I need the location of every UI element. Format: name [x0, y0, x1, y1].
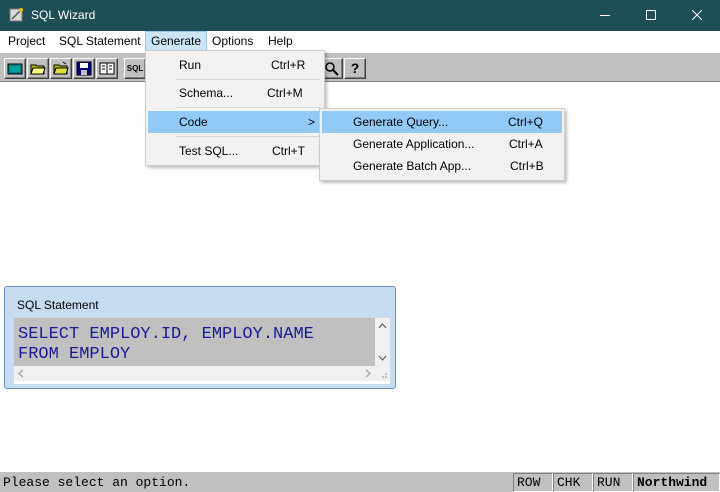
minimize-icon [600, 15, 610, 16]
open-folder-yellow-icon [53, 61, 69, 75]
code-submenu: Generate Query... Ctrl+Q Generate Applic… [319, 108, 565, 181]
panel-title: SQL Statement [17, 298, 99, 312]
menu-item-test-sql[interactable]: Test SQL... Ctrl+T [148, 140, 322, 162]
menu-separator [176, 136, 320, 137]
menu-item-run[interactable]: Run Ctrl+R [148, 54, 322, 76]
menu-item-label: Generate Batch App... [353, 159, 472, 173]
maximize-button[interactable] [628, 0, 674, 31]
generate-menu: Run Ctrl+R Schema... Ctrl+M Code > Test … [145, 50, 325, 166]
shortcut-label: Ctrl+M [267, 86, 303, 100]
menu-item-label: Code [179, 115, 208, 129]
vertical-scrollbar[interactable] [375, 318, 390, 366]
sql-text[interactable]: SELECT EMPLOY.ID, EMPLOY.NAME FROM EMPLOY [14, 318, 375, 366]
horizontal-scrollbar[interactable] [14, 366, 375, 381]
menu-item-generate-application[interactable]: Generate Application... Ctrl+A [322, 133, 562, 155]
resize-grip-icon[interactable] [375, 366, 390, 381]
new-project-button[interactable] [4, 58, 26, 79]
shortcut-label: Ctrl+R [271, 58, 306, 72]
book-icon [99, 62, 115, 75]
status-indicator-chk: CHK [553, 473, 593, 492]
menu-separator [176, 107, 320, 108]
menu-help[interactable]: Help [263, 31, 298, 51]
sql-wizard-app-icon [9, 7, 25, 23]
shortcut-label: Ctrl+T [272, 144, 305, 158]
menu-item-generate-batch-app[interactable]: Generate Batch App... Ctrl+B [322, 155, 562, 177]
close-button[interactable] [674, 0, 720, 31]
window-title: SQL Wizard [31, 8, 96, 22]
book-button[interactable] [96, 58, 118, 79]
menu-item-code[interactable]: Code > [148, 111, 322, 133]
menu-item-label: Schema... [179, 86, 234, 100]
open-button[interactable] [27, 58, 49, 79]
help-button[interactable]: ? [344, 58, 366, 79]
menu-separator [176, 79, 320, 80]
shortcut-label: Ctrl+B [510, 159, 544, 173]
sql-line-2: FROM EMPLOY [18, 345, 131, 364]
menu-options[interactable]: Options [207, 31, 258, 51]
sql-button[interactable]: SQL [124, 58, 146, 79]
help-question-icon: ? [350, 60, 360, 76]
maximize-icon [646, 10, 656, 20]
magnify-icon [325, 62, 339, 76]
sql-editor[interactable]: SELECT EMPLOY.ID, EMPLOY.NAME FROM EMPLOY [14, 318, 390, 384]
submenu-arrow-icon: > [308, 115, 316, 129]
scroll-down-icon [378, 355, 387, 361]
scroll-right-icon [365, 369, 371, 378]
status-indicator-row: ROW [513, 473, 553, 492]
menu-item-label: Generate Query... [353, 115, 449, 129]
new-project-icon [7, 63, 23, 75]
minimize-button[interactable] [582, 0, 628, 31]
menu-bar: Project SQL Statement Generate Options H… [0, 31, 720, 51]
menu-sql-statement[interactable]: SQL Statement [54, 31, 146, 51]
open-existing-button[interactable] [50, 58, 72, 79]
scroll-left-icon [18, 369, 24, 378]
status-indicator-run: RUN [593, 473, 633, 492]
sql-icon: SQL [126, 64, 144, 73]
shortcut-label: Ctrl+Q [508, 115, 544, 129]
menu-item-label: Generate Application... [353, 137, 475, 151]
sql-statement-panel: SQL Statement SELECT EMPLOY.ID, EMPLOY.N… [4, 286, 396, 389]
menu-project[interactable]: Project [3, 31, 50, 51]
save-disk-icon [76, 61, 92, 76]
close-icon [692, 10, 702, 20]
title-bar[interactable]: SQL Wizard [0, 0, 720, 31]
menu-item-label: Test SQL... [179, 144, 239, 158]
toolbar: SQL ? [0, 52, 720, 82]
status-bar: Please select an option. ROW CHK RUN Nor… [0, 471, 720, 492]
status-database: Northwind [633, 473, 720, 492]
scroll-up-icon [378, 323, 387, 329]
menu-item-label: Run [179, 58, 202, 72]
shortcut-label: Ctrl+A [509, 137, 543, 151]
menu-generate[interactable]: Generate [145, 31, 208, 51]
status-message: Please select an option. [3, 475, 191, 490]
sql-line-1: SELECT EMPLOY.ID, EMPLOY.NAME [18, 325, 314, 344]
save-button[interactable] [73, 58, 95, 79]
menu-item-schema[interactable]: Schema... Ctrl+M [148, 82, 322, 104]
open-folder-icon [30, 64, 46, 75]
menu-item-generate-query[interactable]: Generate Query... Ctrl+Q [322, 111, 562, 133]
